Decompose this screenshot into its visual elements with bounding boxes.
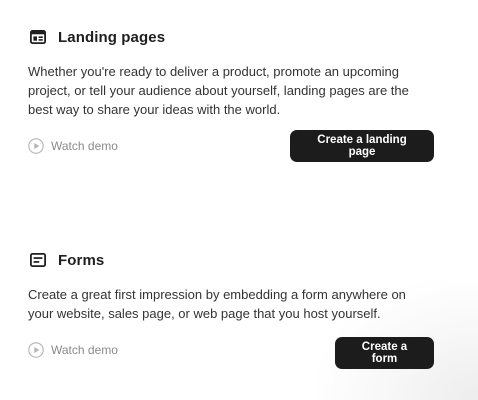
section-title: Landing pages [58, 28, 166, 46]
landing-pages-section: Landing pages Whether you're ready to de… [28, 27, 434, 162]
section-description: Whether you're ready to deliver a produc… [28, 64, 409, 117]
section-actions: Watch demo Create a form [28, 334, 434, 369]
play-icon [28, 342, 44, 358]
section-header: Landing pages [28, 27, 434, 47]
create-landing-page-button[interactable]: Create a landing page [290, 130, 434, 162]
forms-section: Forms Create a great first impression by… [28, 250, 434, 369]
section-actions: Watch demo Create a landing page [28, 130, 434, 162]
watch-demo-link[interactable]: Watch demo [28, 138, 118, 154]
watch-demo-link[interactable]: Watch demo [28, 342, 118, 358]
layout-icon [29, 28, 47, 46]
watch-demo-label: Watch demo [51, 343, 118, 357]
create-form-button[interactable]: Create a form [335, 336, 434, 369]
form-icon [29, 251, 47, 269]
play-icon [28, 138, 44, 154]
watch-demo-label: Watch demo [51, 139, 118, 153]
section-title: Forms [58, 251, 105, 269]
section-header: Forms [28, 250, 434, 270]
section-description: Create a great first impression by embed… [28, 287, 406, 321]
